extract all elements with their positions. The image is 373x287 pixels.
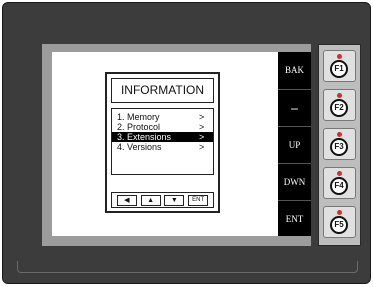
function-key-f2[interactable]: F2 — [323, 89, 356, 121]
function-key-f1[interactable]: F1 — [323, 50, 356, 82]
softkey-dash[interactable]: – — [278, 89, 311, 125]
f2-label: F2 — [330, 99, 348, 117]
lcd-screen: INFORMATION 1. Memory > 2. Protocol > 3.… — [52, 52, 278, 236]
softkey-bak[interactable]: BAK — [278, 52, 311, 88]
softkey-bar: BAK – UP DWN ENT — [278, 52, 311, 236]
menu-list: 1. Memory > 2. Protocol > 3. Extensions … — [111, 108, 214, 175]
panel-title: INFORMATION — [111, 78, 214, 103]
f3-label: F3 — [330, 138, 348, 156]
function-key-f5[interactable]: F5 — [323, 206, 356, 238]
left-arrow-icon[interactable]: ◀ — [116, 194, 137, 206]
red-led-icon — [337, 210, 342, 215]
menu-item-label: 2. Protocol — [117, 122, 161, 132]
menu-item-arrow: > — [199, 112, 205, 122]
f5-label: F5 — [330, 216, 348, 234]
f1-label: F1 — [330, 60, 348, 78]
menu-item-arrow: > — [199, 132, 205, 142]
softkey-enter[interactable]: ENT — [278, 200, 311, 236]
f4-label: F4 — [330, 177, 348, 195]
menu-item-label: 4. Versions — [117, 142, 162, 152]
down-arrow-icon[interactable]: ▼ — [164, 194, 185, 206]
menu-item-label: 3. Extensions — [117, 132, 172, 142]
menu-item-arrow: > — [199, 122, 205, 132]
red-led-icon — [337, 54, 342, 59]
enter-button[interactable]: ENT — [188, 194, 209, 206]
function-key-f4[interactable]: F4 — [323, 167, 356, 199]
red-led-icon — [337, 93, 342, 98]
up-arrow-icon[interactable]: ▲ — [140, 194, 161, 206]
menu-item-label: 1. Memory — [117, 112, 160, 122]
menu-item-protocol[interactable]: 2. Protocol > — [112, 122, 213, 132]
device-base-line — [17, 261, 358, 273]
red-led-icon — [337, 171, 342, 176]
nav-button-row: ◀ ▲ ▼ ENT — [111, 192, 214, 208]
menu-item-memory[interactable]: 1. Memory > — [112, 112, 213, 122]
function-key-column: F1 F2 F3 F4 F5 — [318, 44, 361, 246]
softkey-down[interactable]: DWN — [278, 163, 311, 199]
information-panel: INFORMATION 1. Memory > 2. Protocol > 3.… — [105, 72, 220, 213]
function-key-f3[interactable]: F3 — [323, 128, 356, 160]
menu-item-extensions[interactable]: 3. Extensions > — [112, 132, 213, 142]
softkey-up[interactable]: UP — [278, 126, 311, 162]
menu-item-versions[interactable]: 4. Versions > — [112, 142, 213, 152]
red-led-icon — [337, 132, 342, 137]
menu-item-arrow: > — [199, 142, 205, 152]
